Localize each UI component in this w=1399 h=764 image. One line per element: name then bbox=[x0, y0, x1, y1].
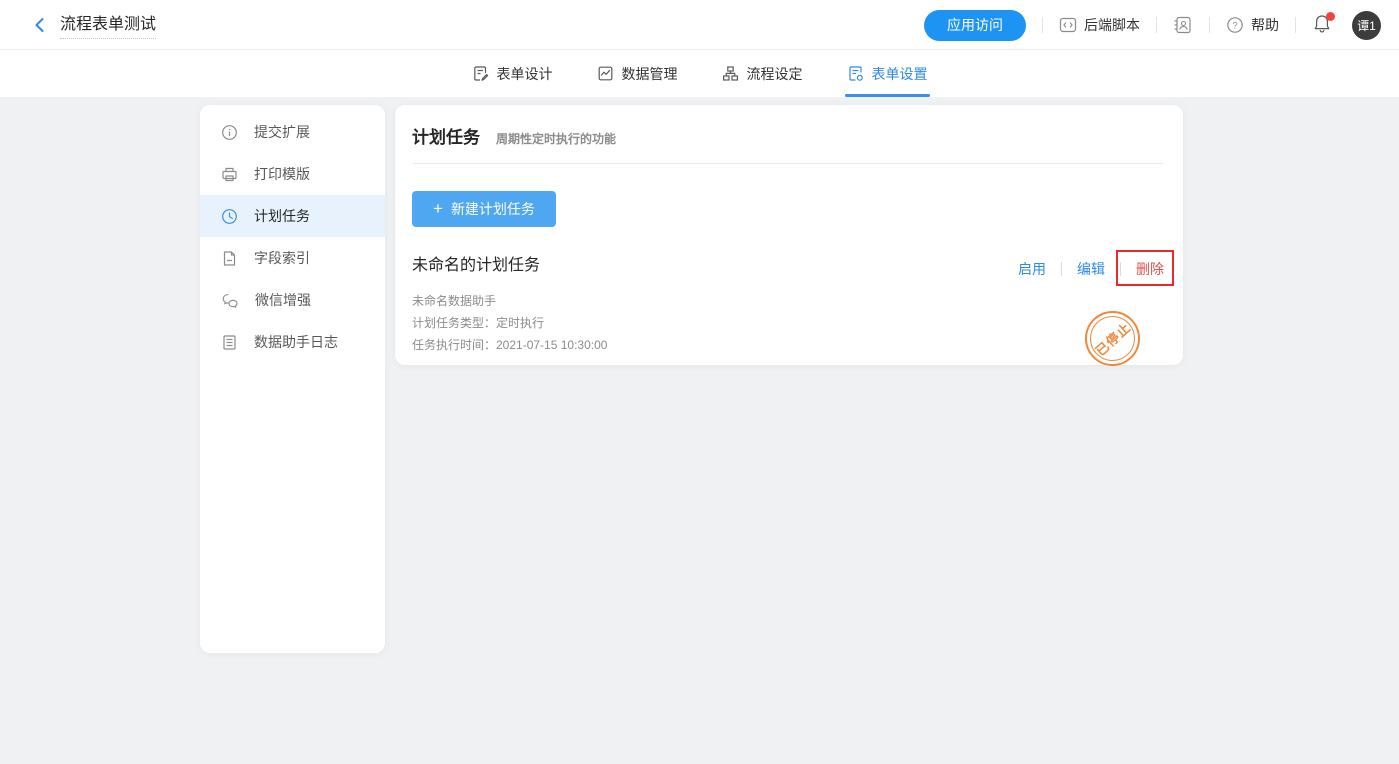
panel-subtitle: 周期性定时执行的功能 bbox=[496, 130, 616, 147]
address-book-icon bbox=[1173, 15, 1193, 35]
app-access-button[interactable]: 应用访问 bbox=[924, 10, 1026, 41]
divider bbox=[1061, 262, 1062, 276]
form-settings-icon bbox=[847, 65, 864, 82]
document-icon bbox=[221, 250, 238, 267]
divider bbox=[1295, 17, 1296, 33]
task-list-item: 未命名的计划任务 未命名数据助手 计划任务类型：定时执行 任务执行时间：2021… bbox=[412, 251, 1164, 356]
divider bbox=[1156, 17, 1157, 33]
divider bbox=[1042, 17, 1043, 33]
sidebar-item-print-template[interactable]: 打印模版 bbox=[200, 153, 385, 195]
sidebar-item-label: 微信增强 bbox=[255, 290, 311, 310]
help-button[interactable]: ? 帮助 bbox=[1226, 15, 1279, 35]
content-area: 提交扩展 打印模版 计划任务 字段索引 bbox=[0, 97, 1399, 764]
tab-label: 表单设计 bbox=[497, 64, 553, 84]
wechat-icon bbox=[221, 292, 239, 309]
page-title[interactable]: 流程表单测试 bbox=[60, 10, 156, 39]
log-list-icon bbox=[221, 334, 238, 351]
data-manage-icon bbox=[597, 65, 614, 82]
divider bbox=[1120, 262, 1121, 276]
task-type: 计划任务类型：定时执行 bbox=[412, 312, 1164, 334]
tab-flow-setting[interactable]: 流程设定 bbox=[720, 50, 805, 97]
plus-icon: + bbox=[433, 199, 443, 219]
scheduled-tasks-panel: 计划任务 周期性定时执行的功能 + 新建计划任务 未命名的计划任务 未命名数据助… bbox=[395, 105, 1183, 365]
task-assistant: 未命名数据助手 bbox=[412, 290, 1164, 312]
help-label: 帮助 bbox=[1251, 15, 1279, 35]
new-scheduled-task-button[interactable]: + 新建计划任务 bbox=[412, 191, 556, 227]
edit-task-link[interactable]: 编辑 bbox=[1077, 259, 1105, 279]
task-details: 未命名数据助手 计划任务类型：定时执行 任务执行时间：2021-07-15 10… bbox=[412, 290, 1164, 356]
backend-script-button[interactable]: 后端脚本 bbox=[1059, 15, 1140, 35]
printer-icon bbox=[221, 166, 238, 183]
header-right: 应用访问 后端脚本 bbox=[924, 0, 1381, 50]
sidebar-item-label: 数据助手日志 bbox=[254, 332, 338, 352]
task-exec-time: 任务执行时间：2021-07-15 10:30:00 bbox=[412, 334, 1164, 356]
settings-sidebar: 提交扩展 打印模版 计划任务 字段索引 bbox=[200, 105, 385, 653]
sidebar-item-wechat-enhance[interactable]: 微信增强 bbox=[200, 279, 385, 321]
tab-data-manage[interactable]: 数据管理 bbox=[595, 50, 680, 97]
tab-form-settings[interactable]: 表单设置 bbox=[845, 50, 930, 97]
tab-form-design[interactable]: 表单设计 bbox=[470, 50, 555, 97]
panel-title: 计划任务 bbox=[412, 123, 480, 148]
divider bbox=[1209, 17, 1210, 33]
avatar[interactable]: 谭1 bbox=[1352, 11, 1381, 40]
sidebar-item-submit-extension[interactable]: 提交扩展 bbox=[200, 111, 385, 153]
tab-label: 数据管理 bbox=[622, 64, 678, 84]
sidebar-item-data-assistant-log[interactable]: 数据助手日志 bbox=[200, 321, 385, 363]
form-design-icon bbox=[472, 65, 489, 82]
info-circle-icon bbox=[221, 124, 238, 141]
sidebar-item-label: 打印模版 bbox=[254, 164, 310, 184]
app-header: 流程表单测试 应用访问 后端脚本 bbox=[0, 0, 1399, 50]
sidebar-item-scheduled-tasks[interactable]: 计划任务 bbox=[200, 195, 385, 237]
code-icon bbox=[1059, 16, 1077, 34]
tab-label: 表单设置 bbox=[872, 64, 928, 84]
form-tab-bar: 表单设计 数据管理 流程设定 表单设置 bbox=[0, 50, 1399, 97]
delete-task-wrap: 删除 bbox=[1136, 259, 1164, 279]
flow-setting-icon bbox=[722, 65, 739, 82]
delete-task-link[interactable]: 删除 bbox=[1136, 261, 1164, 277]
sidebar-item-label: 计划任务 bbox=[254, 206, 310, 226]
tab-label: 流程设定 bbox=[747, 64, 803, 84]
sidebar-item-label: 字段索引 bbox=[254, 248, 310, 268]
clock-icon bbox=[221, 208, 238, 225]
question-circle-icon: ? bbox=[1226, 16, 1244, 34]
backend-script-label: 后端脚本 bbox=[1084, 15, 1140, 35]
sidebar-item-field-index[interactable]: 字段索引 bbox=[200, 237, 385, 279]
panel-title-row: 计划任务 周期性定时执行的功能 bbox=[412, 105, 1164, 148]
chevron-left-icon bbox=[32, 17, 48, 33]
task-actions: 启用 编辑 删除 bbox=[1018, 259, 1164, 279]
sidebar-item-label: 提交扩展 bbox=[254, 122, 310, 142]
new-task-button-label: 新建计划任务 bbox=[451, 199, 535, 219]
notifications-button[interactable] bbox=[1312, 13, 1334, 37]
svg-text:?: ? bbox=[1232, 20, 1237, 31]
enable-task-link[interactable]: 启用 bbox=[1018, 259, 1046, 279]
notification-badge bbox=[1326, 12, 1335, 21]
contacts-button[interactable] bbox=[1173, 15, 1193, 35]
back-button[interactable] bbox=[28, 13, 52, 37]
divider bbox=[412, 163, 1164, 164]
